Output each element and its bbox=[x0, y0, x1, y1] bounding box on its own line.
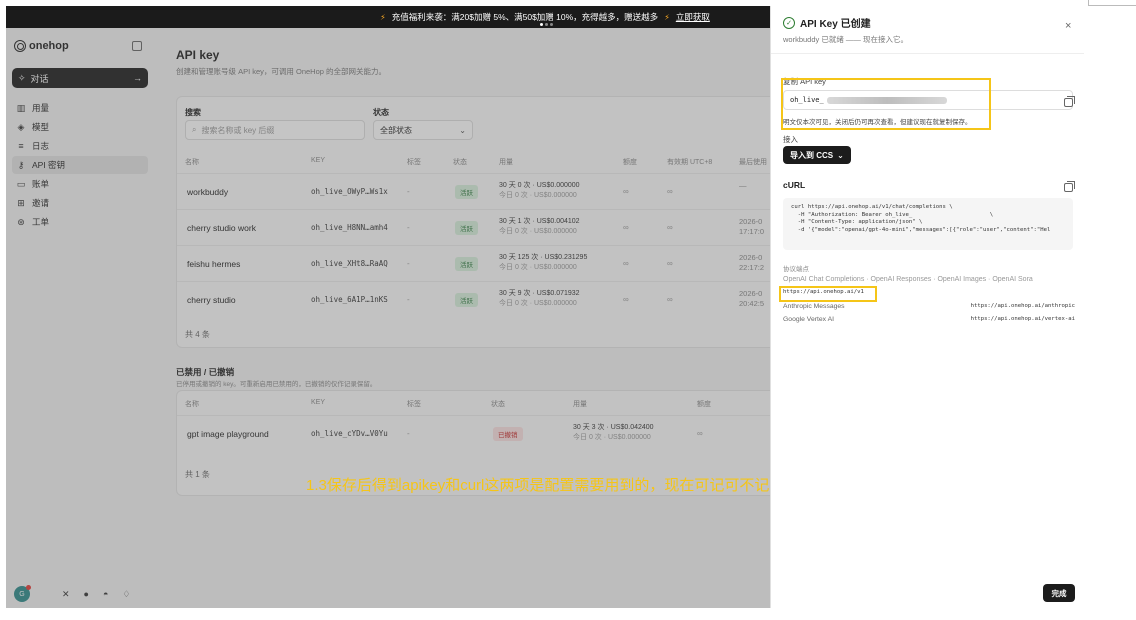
drawer-title-text: API Key 已创建 bbox=[800, 19, 871, 30]
promo-cta-link[interactable]: 立即获取 bbox=[676, 11, 710, 23]
endpoint-row[interactable]: Anthropic Messages https://api.onehop.ai… bbox=[783, 303, 1075, 314]
copy-icon[interactable] bbox=[1064, 96, 1075, 107]
copy-icon[interactable] bbox=[1064, 181, 1075, 192]
drawer-title: ✓ API Key 已创建 bbox=[783, 15, 871, 30]
endpoint-url: https://api.onehop.ai/anthropic bbox=[970, 303, 1075, 309]
protocol-tabs[interactable]: OpenAI Chat Completions · OpenAI Respons… bbox=[783, 276, 1033, 283]
modal-backdrop[interactable] bbox=[6, 28, 770, 608]
curl-title: cURL bbox=[783, 180, 806, 190]
promo-text: 充值福利来袭：满20$加赠 5%、满50$加赠 10%，充得越多，赠送越多 bbox=[391, 12, 659, 22]
highlight-box bbox=[781, 78, 991, 130]
close-icon[interactable]: × bbox=[1065, 20, 1071, 32]
annotation-text: 1.3保存后得到apikey和curl这两项是配置需要用到的，现在可记可不记 bbox=[306, 477, 770, 494]
drawer-subtitle: workbuddy 已就绪 —— 现在接入它。 bbox=[783, 35, 909, 44]
bolt-icon: ⚡ bbox=[664, 12, 670, 22]
chevron-down-icon: ⌄ bbox=[837, 150, 844, 160]
endpoint-url: https://api.onehop.ai/vertex-ai bbox=[970, 316, 1075, 322]
bolt-icon: ⚡ bbox=[380, 12, 386, 22]
drawer-header: ✓ API Key 已创建 workbuddy 已就绪 —— 现在接入它。 × bbox=[771, 6, 1084, 54]
endpoint-name: Anthropic Messages bbox=[783, 303, 845, 310]
protocol-label: 协议端点 bbox=[783, 266, 809, 273]
highlight-box bbox=[779, 286, 877, 302]
import-label: 接入 bbox=[783, 135, 798, 144]
import-ccs-button[interactable]: 导入到 CCS ⌄ bbox=[783, 146, 851, 164]
import-button-label: 导入到 CCS bbox=[790, 150, 834, 160]
endpoint-name: Google Vertex AI bbox=[783, 316, 835, 323]
endpoint-row[interactable]: Google Vertex AI https://api.onehop.ai/v… bbox=[783, 316, 1075, 327]
done-button[interactable]: 完成 bbox=[1043, 584, 1075, 602]
curl-code-block[interactable]: curl https://api.onehop.ai/v1/chat/compl… bbox=[783, 198, 1073, 250]
banner-pager[interactable] bbox=[540, 23, 553, 26]
corner-marker bbox=[1088, 0, 1136, 6]
app-window: ⚡ 充值福利来袭：满20$加赠 5%、满50$加赠 10%，充得越多，赠送越多 … bbox=[6, 6, 1084, 608]
check-circle-icon: ✓ bbox=[783, 16, 795, 29]
key-created-drawer: ✓ API Key 已创建 workbuddy 已就绪 —— 现在接入它。 × … bbox=[770, 6, 1084, 608]
